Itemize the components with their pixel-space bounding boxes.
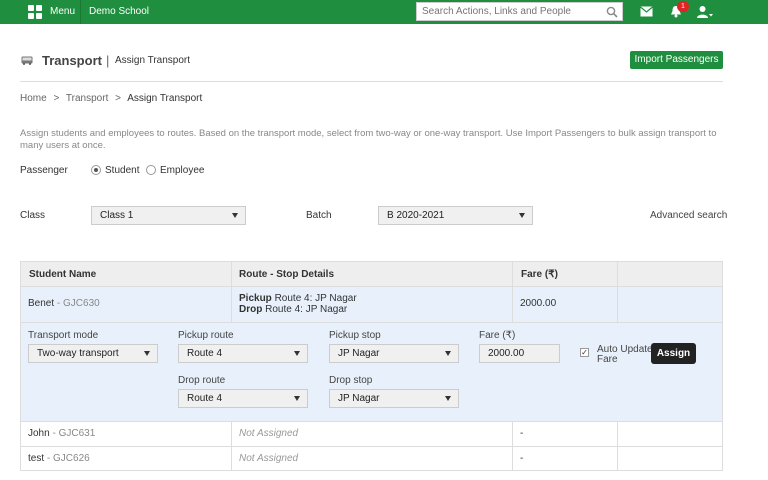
- pickup-route-label: Pickup route: [178, 330, 234, 341]
- student-code: GJC630: [63, 298, 100, 309]
- column-divider: [512, 421, 513, 471]
- advanced-search-link[interactable]: Advanced search: [650, 210, 727, 221]
- class-select[interactable]: Class 1: [91, 206, 246, 225]
- drop-stop-select[interactable]: JP Nagar: [329, 389, 459, 408]
- chevron-down-icon: [294, 351, 300, 356]
- fare-cell: -: [520, 453, 524, 464]
- header-divider: [20, 81, 723, 82]
- pickup-route-select[interactable]: Route 4: [178, 344, 308, 363]
- student-name: John: [28, 428, 50, 439]
- page-subtitle: Assign Transport: [115, 55, 191, 66]
- student-name: test: [28, 453, 45, 464]
- school-name[interactable]: Demo School: [89, 6, 149, 17]
- title-separator: |: [106, 53, 110, 68]
- transport-mode-value: Two-way transport: [37, 348, 119, 359]
- breadcrumb-separator: >: [53, 93, 60, 104]
- name-dash: -: [49, 428, 59, 439]
- apps-grid-icon[interactable]: [28, 5, 42, 19]
- passenger-label: Passenger: [20, 165, 68, 176]
- auto-update-fare-checkbox[interactable]: ✓: [580, 348, 589, 357]
- search-icon[interactable]: [606, 6, 618, 18]
- column-header-student-name: Student Name: [29, 269, 97, 280]
- transport-mode-label: Transport mode: [28, 330, 99, 341]
- student-radio[interactable]: [91, 165, 101, 175]
- column-divider: [617, 421, 618, 471]
- student-radio-label[interactable]: Student: [105, 165, 139, 176]
- student-name: Benet: [28, 298, 55, 309]
- column-divider: [231, 262, 232, 322]
- navbar-divider: [80, 0, 81, 24]
- column-divider: [231, 421, 232, 471]
- breadcrumb-transport[interactable]: Transport: [66, 93, 108, 104]
- column-divider: [512, 262, 513, 322]
- student-name-cell[interactable]: test - GJC626: [28, 453, 90, 464]
- auto-update-label-line2[interactable]: Fare: [597, 354, 618, 365]
- breadcrumb-current: Assign Transport: [127, 93, 203, 104]
- pickup-stop-value: JP Nagar: [338, 348, 380, 359]
- column-divider: [617, 262, 618, 322]
- assign-button[interactable]: Assign: [651, 343, 696, 364]
- batch-select-value: B 2020-2021: [387, 210, 445, 221]
- page-title: Transport: [42, 53, 102, 68]
- student-name-cell[interactable]: Benet - GJC630: [28, 298, 100, 309]
- row-divider: [21, 322, 722, 323]
- column-header-route-stop: Route - Stop Details: [239, 269, 335, 280]
- menu-label[interactable]: Menu: [50, 6, 75, 17]
- batch-label: Batch: [306, 210, 332, 221]
- employee-radio-label[interactable]: Employee: [160, 165, 204, 176]
- breadcrumb-home[interactable]: Home: [20, 93, 47, 104]
- chevron-down-icon: [519, 213, 525, 218]
- batch-select[interactable]: B 2020-2021: [378, 206, 533, 225]
- chevron-down-icon: [445, 396, 451, 401]
- breadcrumb-separator: >: [115, 93, 121, 104]
- pickup-stop-label: Pickup stop: [329, 330, 381, 341]
- passengers-table: Student Name Route - Stop Details Fare (…: [20, 261, 723, 471]
- class-label: Class: [20, 210, 46, 221]
- pickup-detail-label: Pickup: [239, 293, 272, 304]
- employee-radio[interactable]: [146, 165, 156, 175]
- drop-route-value: Route 4: [187, 393, 223, 404]
- chevron-down-icon: [445, 351, 451, 356]
- drop-route-select[interactable]: Route 4: [178, 389, 308, 408]
- drop-stop-value: JP Nagar: [338, 393, 380, 404]
- bus-icon: [21, 56, 33, 65]
- student-code: GJC631: [58, 428, 96, 439]
- chevron-down-icon: [144, 351, 150, 356]
- fare-input[interactable]: 2000.00: [479, 344, 560, 363]
- fare-cell: -: [520, 428, 524, 439]
- pickup-detail-value: Route 4: JP Nagar: [271, 293, 357, 304]
- drop-stop-label: Drop stop: [329, 375, 373, 386]
- column-header-fare: Fare (₹): [521, 269, 558, 280]
- import-passengers-button[interactable]: Import Passengers: [630, 51, 723, 69]
- drop-route-label: Drop route: [178, 375, 226, 386]
- chevron-down-icon: [294, 396, 300, 401]
- pickup-route-value: Route 4: [187, 348, 223, 359]
- route-not-assigned: Not Assigned: [239, 453, 299, 464]
- global-search-input[interactable]: [416, 2, 623, 21]
- chevron-down-icon: [232, 213, 238, 218]
- drop-detail: Drop Route 4: JP Nagar: [239, 304, 347, 315]
- top-navbar: Menu Demo School 1: [0, 0, 768, 24]
- transport-mode-select[interactable]: Two-way transport: [28, 344, 158, 363]
- fare-label: Fare (₹): [479, 330, 516, 341]
- breadcrumb: Home > Transport > Assign Transport: [20, 93, 202, 104]
- drop-detail-label: Drop: [239, 304, 263, 315]
- user-avatar-icon[interactable]: [697, 5, 713, 19]
- student-name-cell[interactable]: John - GJC631: [28, 428, 95, 439]
- route-not-assigned: Not Assigned: [239, 428, 299, 439]
- pickup-stop-select[interactable]: JP Nagar: [329, 344, 459, 363]
- name-dash: -: [54, 298, 64, 309]
- page-description: Assign students and employees to routes.…: [20, 128, 717, 151]
- mail-icon[interactable]: [640, 6, 653, 17]
- drop-detail-value: Route 4: JP Nagar: [262, 304, 348, 315]
- name-dash: -: [44, 453, 54, 464]
- notification-count-badge: 1: [677, 1, 689, 12]
- pickup-detail: Pickup Route 4: JP Nagar: [239, 293, 357, 304]
- fare-cell: 2000.00: [520, 298, 557, 309]
- student-code: GJC626: [53, 453, 90, 464]
- class-select-value: Class 1: [100, 210, 134, 221]
